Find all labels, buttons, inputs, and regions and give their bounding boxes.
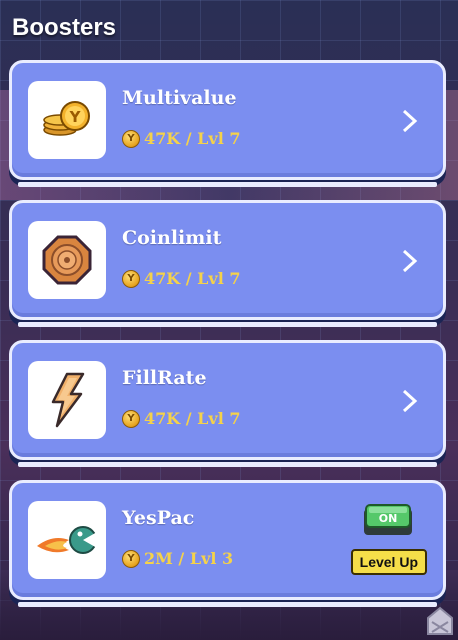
booster-price: Y 2M / Lvl 3 (122, 549, 233, 568)
booster-title: Coinlimit (122, 227, 222, 249)
chevron-right-icon[interactable] (399, 247, 421, 275)
chevron-right-icon[interactable] (399, 107, 421, 135)
on-toggle-button[interactable]: ON (363, 503, 413, 537)
coin-stack-icon: Y (43, 101, 90, 136)
booster-price: Y 47K / Lvl 7 (122, 409, 240, 428)
booster-title: Multivalue (122, 87, 237, 109)
booster-price-text: 2M / Lvl 3 (144, 549, 234, 568)
card-body: Y Multivalue Y 47K / Lvl 7 (9, 60, 446, 187)
card-body: Coinlimit Y 47K / Lvl 7 (9, 200, 446, 327)
pixel-house-icon (427, 606, 453, 635)
booster-card-yespac[interactable]: YesPac Y 2M / Lvl 3 ON Level Up (9, 480, 446, 607)
booster-card-multivalue[interactable]: Y Multivalue Y 47K / Lvl 7 (9, 60, 446, 187)
coin-icon: Y (122, 269, 140, 288)
booster-price: Y 47K / Lvl 7 (122, 269, 240, 288)
coin-icon: Y (122, 549, 140, 568)
card-body: FillRate Y 47K / Lvl 7 (9, 340, 446, 467)
card-body: YesPac Y 2M / Lvl 3 ON Level Up (9, 480, 446, 607)
target-coin-icon (42, 235, 92, 285)
lightning-icon (51, 372, 85, 428)
booster-icon-box: Y (28, 81, 106, 159)
booster-price-text: 47K / Lvl 7 (144, 129, 241, 148)
page-title: Boosters (12, 14, 117, 41)
level-up-button[interactable]: Level Up (350, 549, 427, 575)
chevron-right-icon[interactable] (399, 387, 421, 415)
booster-icon-box (28, 221, 106, 299)
toggle-label: ON (379, 512, 398, 525)
booster-price-text: 47K / Lvl 7 (144, 269, 241, 288)
coin-icon: Y (122, 129, 140, 148)
booster-title: YesPac (122, 507, 195, 529)
booster-card-fillrate[interactable]: FillRate Y 47K / Lvl 7 (9, 340, 446, 467)
yespac-creature-icon (37, 526, 97, 554)
booster-icon-box (28, 361, 106, 439)
booster-price-text: 47K / Lvl 7 (144, 409, 241, 428)
booster-title: FillRate (122, 367, 207, 389)
booster-icon-box (28, 501, 106, 579)
coin-icon: Y (122, 409, 140, 428)
svg-text:Y: Y (69, 108, 82, 126)
booster-card-coinlimit[interactable]: Coinlimit Y 47K / Lvl 7 (9, 200, 446, 327)
booster-price: Y 47K / Lvl 7 (122, 129, 240, 148)
